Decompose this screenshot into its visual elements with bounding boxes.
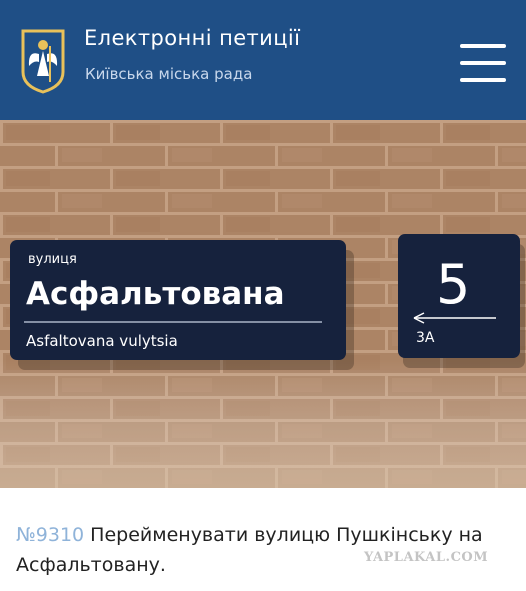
petition-number: №9310 [16,524,85,546]
street-name-sign: вулиця Асфальтована Asfaltovana vulytsia [10,240,354,370]
house-number: 5 [436,253,470,316]
kyiv-coat-of-arms-icon[interactable] [20,28,66,94]
site-subtitle: Київська міська рада [85,65,253,83]
petition-photo: вулиця Асфальтована Asfaltovana vulytsia… [0,120,526,488]
street-sign-name: Асфальтована [26,276,285,312]
hamburger-menu-icon[interactable] [460,42,506,84]
watermark: YAPLAKAL.COM [364,550,489,565]
street-sign-transliteration: Asfaltovana vulytsia [26,332,178,350]
street-sign-prefix: вулиця [28,252,77,267]
site-header: Електронні петиції Київська міська рада [0,0,526,120]
site-title[interactable]: Електронні петиції [84,26,300,50]
house-number-sign: 5 3А [398,234,525,368]
next-house-number: 3А [416,330,435,346]
